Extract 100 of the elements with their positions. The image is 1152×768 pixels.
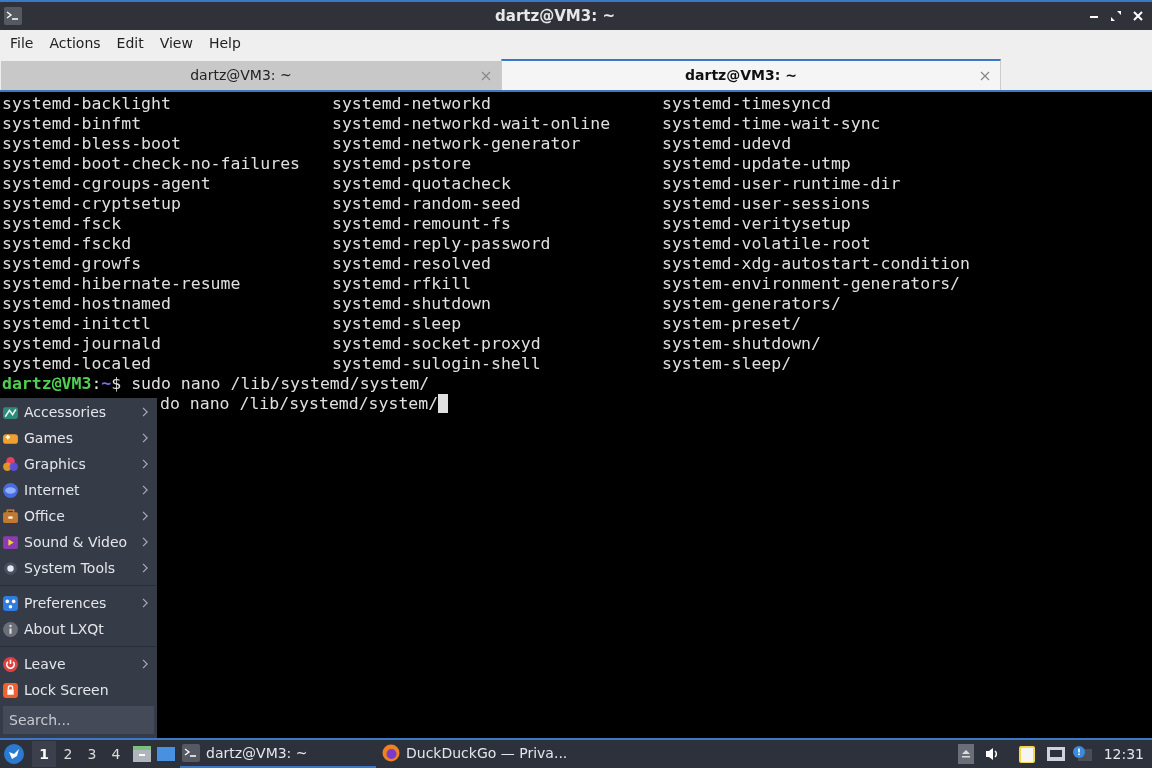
desktop-button[interactable]: 4 [104, 741, 128, 767]
terminal-icon [182, 744, 200, 762]
file-name: systemd-networkd-wait-online [332, 114, 612, 134]
file-name: systemd-journald [2, 334, 162, 354]
chevron-right-icon [142, 659, 149, 669]
file-name: systemd-time-wait-sync [662, 114, 882, 134]
file-name: systemd-cryptsetup [2, 194, 182, 214]
chevron-right-icon [142, 459, 149, 469]
menu-entry[interactable]: System Tools [0, 555, 157, 581]
desktop-button[interactable]: 1 [32, 741, 56, 767]
file-name: systemd-timesyncd [662, 94, 832, 114]
maximize-icon[interactable] [1110, 10, 1122, 22]
desktop-icon[interactable] [156, 744, 176, 764]
menu-entry[interactable]: Leave [0, 651, 157, 677]
file-name: systemd-update-utmp [662, 154, 852, 174]
tab[interactable]: dartz@VM3: ~ [1, 61, 501, 90]
file-name: systemd-binfmt [2, 114, 143, 134]
fox-globe-icon [382, 744, 400, 762]
media-icon [2, 533, 19, 551]
chevron-right-icon [142, 563, 149, 573]
tab[interactable]: dartz@VM3: ~ [501, 59, 1001, 90]
file-name: system-generators/ [662, 294, 842, 314]
power-icon [2, 655, 19, 673]
globe-icon [2, 481, 19, 499]
terminal-icon [4, 7, 22, 25]
file-name: systemd-boot-check-no-failures [2, 154, 301, 174]
file-name: systemd-user-runtime-dir [662, 174, 902, 194]
chevron-right-icon [142, 485, 149, 495]
file-name: systemd-hostnamed [2, 294, 172, 314]
file-name: systemd-backlight [2, 94, 172, 114]
chevron-right-icon [142, 407, 149, 417]
menu-entry[interactable]: Internet [0, 477, 157, 503]
menu-entry[interactable]: Office [0, 503, 157, 529]
file-name: systemd-udevd [662, 134, 793, 154]
chevron-right-icon [142, 537, 149, 547]
chevron-right-icon [142, 433, 149, 443]
file-name: systemd-sulogin-shell [332, 354, 542, 374]
menu-entry[interactable]: Accessories [0, 399, 157, 425]
eject-icon[interactable] [957, 744, 974, 764]
settings-icon [2, 594, 19, 612]
menu-item[interactable]: Edit [108, 32, 152, 54]
prompt-colon: : [91, 374, 102, 394]
file-name: systemd-network-generator [332, 134, 582, 154]
file-name: systemd-localed [2, 354, 152, 374]
file-name: systemd-veritysetup [662, 214, 852, 234]
menu-item[interactable]: Help [200, 32, 249, 54]
desktop-button[interactable]: 2 [56, 741, 80, 767]
menu-item[interactable]: View [151, 32, 201, 54]
menu-entry[interactable]: Games [0, 425, 157, 451]
file-name: systemd-shutdown [332, 294, 492, 314]
file-name: systemd-xdg-autostart-condition [662, 254, 971, 274]
file-name: system-preset/ [662, 314, 803, 334]
color-wheel-icon [2, 455, 19, 473]
file-name: system-sleep/ [662, 354, 793, 374]
file-name: systemd-random-seed [332, 194, 522, 214]
clipboard-icon[interactable] [1017, 744, 1036, 764]
chevron-right-icon [142, 511, 149, 521]
window-title: dartz@VM3: ~ [494, 5, 616, 27]
file-name: systemd-user-sessions [662, 194, 872, 214]
file-name: system-shutdown/ [662, 334, 822, 354]
file-name: systemd-bless-boot [2, 134, 182, 154]
clock[interactable]: 12:31 [1103, 743, 1144, 765]
file-name: systemd-fsckd [2, 234, 133, 254]
menu-entry[interactable]: Sound & Video [0, 529, 157, 555]
file-name: systemd-volatile-root [662, 234, 872, 254]
menu-entry[interactable]: Graphics [0, 451, 157, 477]
file-name: systemd-sleep [332, 314, 463, 334]
file-name: systemd-pstore [332, 154, 473, 174]
chevron-right-icon [142, 598, 149, 608]
menu-item[interactable]: Actions [41, 32, 109, 54]
menu-entry[interactable]: About LXQt [0, 616, 157, 642]
command-text: sudo nano /lib/systemd/system/ [130, 374, 430, 394]
file-name: systemd-initctl [2, 314, 152, 334]
file-name: systemd-growfs [2, 254, 143, 274]
prompt-path: ~ [101, 374, 112, 394]
file-name: systemd-fsck [2, 214, 123, 234]
file-name: systemd-remount-fs [332, 214, 512, 234]
lock-icon [2, 681, 19, 699]
gear-icon [2, 559, 19, 577]
command-text: do nano /lib/systemd/system/ [160, 394, 439, 414]
search-field[interactable]: Search... [3, 706, 154, 734]
file-name: systemd-resolved [332, 254, 492, 274]
menu-entry[interactable]: Lock Screen [0, 677, 157, 703]
file-name: systemd-socket-proxyd [332, 334, 542, 354]
menu-item[interactable]: File [2, 32, 42, 54]
task-button[interactable]: DuckDuckGo — Priva... [380, 740, 576, 768]
prompt-symbol: $ [111, 374, 122, 394]
file-name: systemd-networkd [332, 94, 492, 114]
file-name: systemd-reply-password [332, 234, 552, 254]
briefcase-icon [2, 507, 19, 525]
network-icon[interactable] [1045, 745, 1066, 763]
file-name: system-environment-generators/ [662, 274, 961, 294]
menu-entry[interactable]: Preferences [0, 590, 157, 616]
alert-icon[interactable] [1071, 745, 1092, 763]
desktop-button[interactable]: 3 [80, 741, 104, 767]
file-cabinet-icon[interactable] [132, 744, 152, 764]
file-name: systemd-hibernate-resume [2, 274, 242, 294]
file-name: systemd-quotacheck [332, 174, 512, 194]
prompt-user: dartz@VM3 [2, 374, 92, 394]
info-icon [2, 620, 19, 638]
